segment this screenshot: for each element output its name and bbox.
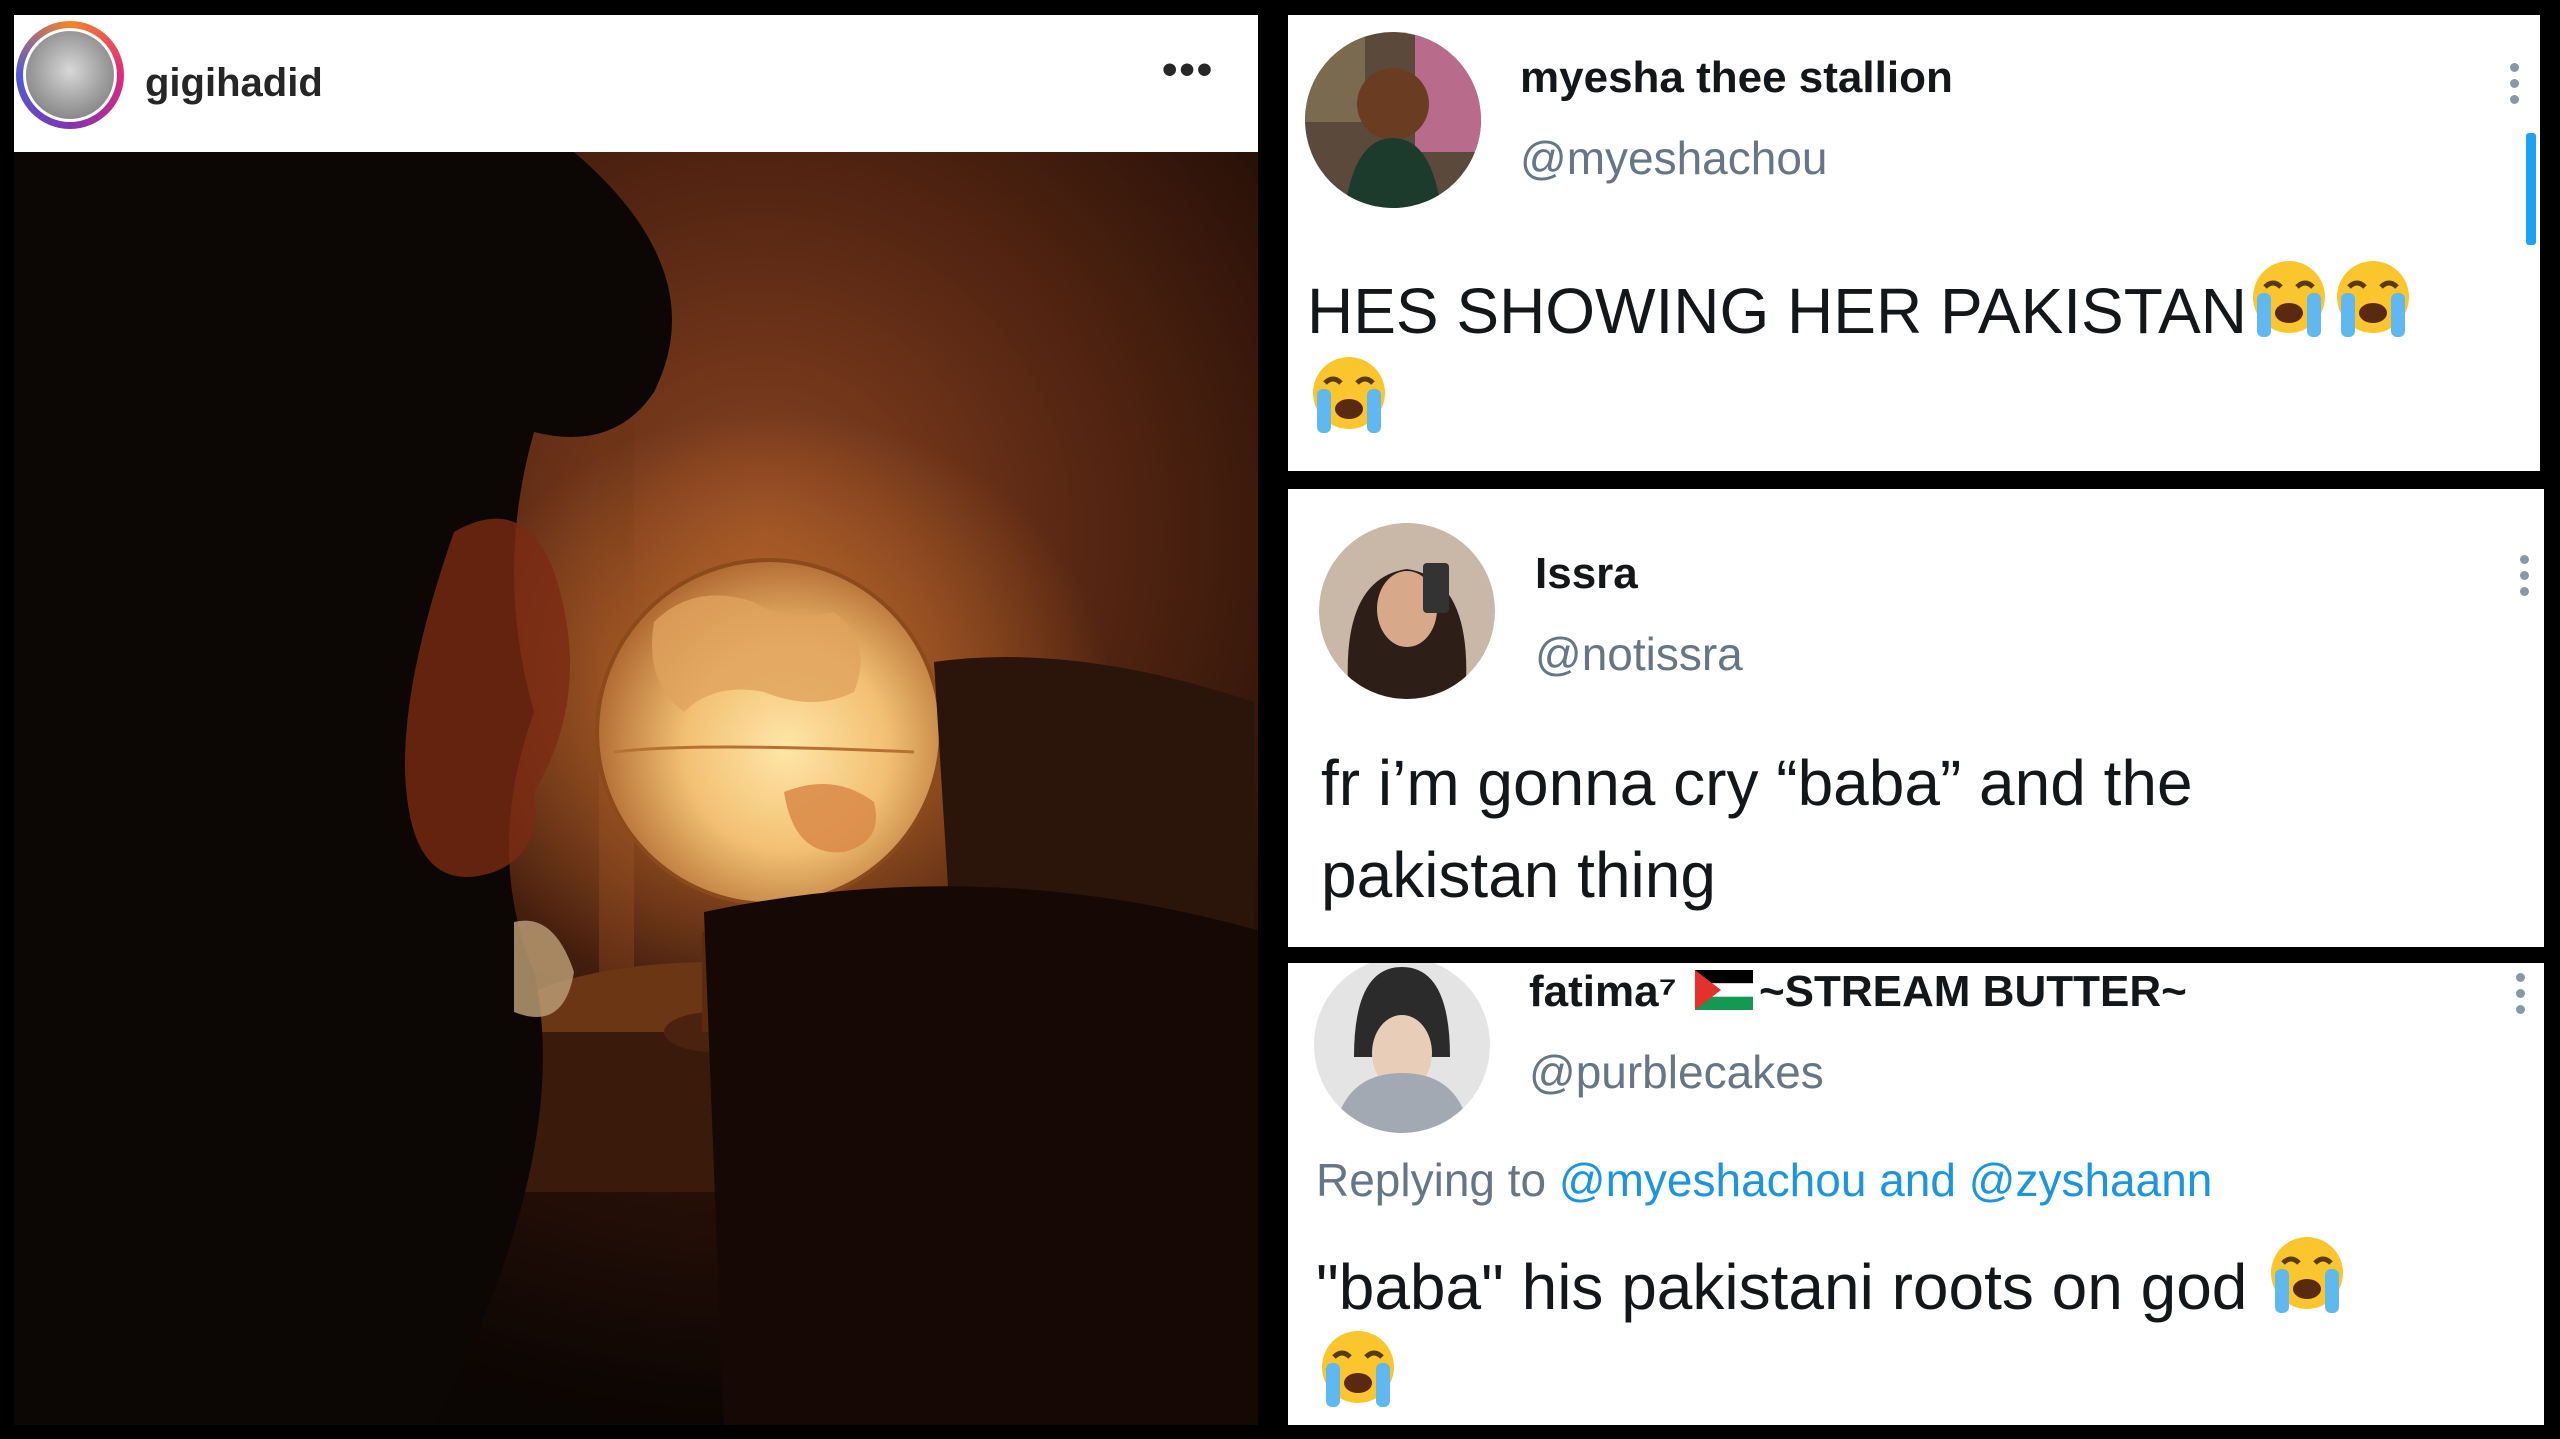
palestine-flag-icon — [1694, 970, 1753, 1010]
mention-link-2[interactable]: @zyshaann — [1969, 1154, 2213, 1206]
mention-link-1[interactable]: @myeshachou — [1559, 1154, 1867, 1206]
user-handle[interactable]: @purblecakes — [1529, 1045, 1824, 1099]
avatar[interactable] — [1314, 963, 1490, 1133]
replying-to-label: Replying to — [1316, 1154, 1547, 1206]
tweet-text-line-2 — [1316, 1327, 1400, 1411]
more-options-icon[interactable]: ••• — [1162, 45, 1214, 95]
user-handle[interactable]: @notissra — [1535, 627, 1743, 681]
reply-and-label: and — [1879, 1154, 1956, 1206]
tweet-text: HES SHOWING HER PAKISTAN — [1307, 257, 2415, 357]
tweet-card-3[interactable]: fatima⁷ ~STREAM BUTTER~ @purblecakes Rep… — [1288, 963, 2544, 1425]
display-name-prefix: fatima⁷ — [1529, 967, 1677, 1016]
instagram-username[interactable]: gigihadid — [145, 61, 323, 106]
user-photo-icon — [1305, 32, 1481, 208]
more-options-icon[interactable] — [2516, 973, 2526, 1021]
loudly-crying-face-icon — [2331, 257, 2415, 341]
avatar[interactable] — [1305, 32, 1481, 208]
avatar[interactable] — [23, 28, 117, 122]
tweet-text-content: "baba" his pakistani roots on god — [1316, 1251, 2248, 1323]
loudly-crying-face-icon — [2265, 1233, 2349, 1317]
tweet-text: "baba" his pakistani roots on god — [1316, 1233, 2349, 1333]
scrollbar[interactable] — [2526, 133, 2536, 245]
user-photo-icon — [1314, 963, 1490, 1133]
avatar[interactable] — [1319, 523, 1495, 699]
tweet-card-2[interactable]: Issra @notissra fr i’m gonna cry “baba” … — [1288, 489, 2544, 947]
user-handle[interactable]: @myeshachou — [1520, 131, 1828, 185]
display-name-suffix: ~STREAM BUTTER~ — [1758, 967, 2187, 1016]
more-options-icon[interactable] — [2510, 63, 2520, 111]
tweet-text-content: HES SHOWING HER PAKISTAN — [1307, 275, 2247, 347]
display-name[interactable]: Issra — [1535, 549, 1638, 599]
loudly-crying-face-icon — [1316, 1327, 1400, 1411]
display-name[interactable]: myesha thee stallion — [1520, 53, 1953, 103]
user-photo-icon — [1319, 523, 1495, 699]
tweet-text-line-2 — [1307, 353, 1391, 437]
loudly-crying-face-icon — [1307, 353, 1391, 437]
display-name[interactable]: fatima⁷ ~STREAM BUTTER~ — [1529, 967, 2187, 1017]
tweet-card-1[interactable]: myesha thee stallion @myeshachou HES SHO… — [1288, 15, 2540, 471]
instagram-post: gigihadid ••• — [14, 15, 1258, 1425]
tweet-text-line-2: pakistan thing — [1321, 839, 1716, 911]
post-photo-globe — [14, 152, 1258, 1425]
loudly-crying-face-icon — [2247, 257, 2331, 341]
instagram-post-header: gigihadid ••• — [14, 15, 1258, 152]
tweet-text-line-1: fr i’m gonna cry “baba” and the — [1321, 747, 2193, 819]
more-options-icon[interactable] — [2520, 555, 2530, 603]
replying-to: Replying to @myeshachou and @zyshaann — [1316, 1153, 2212, 1207]
profile-avatar-ring[interactable] — [16, 21, 124, 129]
